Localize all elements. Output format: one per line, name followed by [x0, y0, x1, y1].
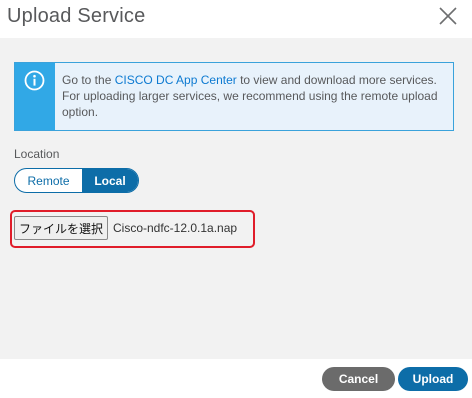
dialog-header: Upload Service — [0, 0, 472, 38]
info-message: Go to the CISCO DC App Center to view an… — [62, 72, 442, 120]
upload-service-dialog: Upload Service Go to the CISCO DC App Ce… — [0, 0, 472, 398]
location-toggle: Remote Local — [14, 168, 139, 193]
close-icon[interactable] — [436, 4, 460, 28]
location-option-local[interactable]: Local — [82, 169, 138, 192]
dialog-title: Upload Service — [7, 5, 146, 27]
selected-file-name: Cisco-ndfc-12.0.1a.nap — [113, 221, 238, 235]
dialog-footer: Cancel Upload — [0, 359, 472, 398]
app-center-link[interactable]: CISCO DC App Center — [115, 73, 237, 87]
upload-button[interactable]: Upload — [398, 367, 468, 391]
location-label: Location — [14, 147, 60, 161]
dialog-body: Go to the CISCO DC App Center to view an… — [0, 38, 472, 359]
location-option-remote[interactable]: Remote — [15, 169, 82, 192]
cancel-button[interactable]: Cancel — [322, 367, 395, 391]
info-icon — [24, 70, 45, 91]
info-banner: Go to the CISCO DC App Center to view an… — [14, 62, 454, 131]
choose-file-button[interactable]: ファイルを選択 — [14, 216, 108, 240]
info-strip — [15, 63, 55, 130]
info-text-before: Go to the — [62, 73, 115, 87]
